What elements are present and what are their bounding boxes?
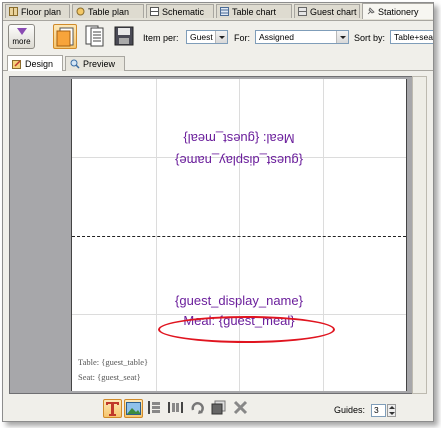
tab-label: Stationery	[378, 6, 419, 17]
grid-line	[156, 79, 157, 391]
align-horizontal-icon	[168, 402, 183, 413]
rotate-button[interactable]	[189, 399, 208, 418]
schematic-icon	[150, 7, 159, 16]
chevron-down-icon	[336, 31, 348, 43]
align-horizontal-button[interactable]	[167, 399, 186, 418]
guides-label: Guides:	[334, 405, 366, 415]
tab-design-label: Design	[25, 58, 54, 69]
stationery-toolbar: more Item per: Guest For: Assigned Sort …	[3, 21, 433, 53]
add-image-button[interactable]	[124, 399, 143, 418]
tab-preview-label: Preview	[83, 59, 116, 69]
tab-stationery[interactable]: Stationery	[362, 3, 433, 19]
for-dropdown[interactable]: Assigned	[255, 30, 349, 44]
close-icon	[233, 400, 248, 415]
vertical-scrollbar[interactable]	[412, 76, 427, 394]
highlight-ellipse	[158, 316, 335, 343]
place-card-page[interactable]: Meal: {guest_meal} {guest_display_name} …	[71, 79, 407, 391]
guest-meal-field-flipped[interactable]: Meal: {guest_meal}	[72, 131, 406, 146]
rotate-icon	[191, 402, 204, 414]
main-tab-strip: Floor plan Table plan Schematic Table ch…	[3, 3, 433, 21]
tab-design[interactable]: Design	[7, 55, 63, 71]
list-layout-button[interactable]	[83, 24, 107, 49]
tab-label: Table plan	[88, 6, 130, 17]
guest-name-field-flipped[interactable]: {guest_display_name}	[72, 153, 406, 168]
item-per-dropdown[interactable]: Guest	[186, 30, 228, 44]
guides-spinner[interactable]	[387, 404, 396, 417]
guides-input[interactable]: 3	[371, 404, 386, 417]
card-fold-line	[72, 236, 406, 237]
table-plan-icon	[76, 7, 85, 16]
tab-guest-chart[interactable]: Guest chart	[294, 4, 360, 18]
view-tabs: Design Preview	[3, 55, 433, 71]
image-icon	[126, 402, 141, 415]
save-button[interactable]	[113, 24, 137, 49]
tab-floor-plan[interactable]: Floor plan	[5, 4, 70, 18]
stationery-pin-icon	[367, 7, 375, 15]
spin-down-icon[interactable]	[389, 412, 395, 415]
align-vertical-button[interactable]	[146, 399, 165, 418]
guest-seat-field[interactable]: Seat: {guest_seat}	[78, 372, 141, 382]
tab-table-plan[interactable]: Table plan	[72, 4, 144, 18]
sort-by-label: Sort by:	[354, 33, 386, 43]
grid-line	[323, 79, 324, 391]
sort-by-dropdown[interactable]: Table+seat	[390, 30, 433, 44]
tab-label: Table chart	[232, 6, 277, 17]
design-tools-toolbar: Guides: 3	[3, 395, 433, 421]
guest-name-field[interactable]: {guest_display_name}	[72, 293, 406, 308]
tab-label: Guest chart	[310, 6, 357, 17]
sort-by-value: Table+seat	[394, 32, 433, 42]
guides-value: 3	[374, 405, 379, 415]
for-value: Assigned	[259, 32, 294, 42]
guest-chart-icon	[298, 7, 307, 16]
chevron-down-icon	[17, 28, 27, 35]
floor-plan-icon	[9, 7, 18, 16]
tab-table-chart[interactable]: Table chart	[216, 4, 292, 18]
guest-table-field[interactable]: Table: {guest_table}	[78, 357, 148, 367]
more-button[interactable]: more	[8, 24, 35, 49]
grid-line	[239, 79, 240, 391]
tab-schematic[interactable]: Schematic	[146, 4, 214, 18]
spin-up-icon[interactable]	[389, 406, 395, 409]
bring-to-front-button[interactable]	[210, 399, 229, 418]
tab-preview[interactable]: Preview	[65, 56, 125, 71]
design-icon	[12, 59, 21, 69]
list-layout-icon	[85, 25, 104, 47]
delete-button[interactable]	[232, 399, 251, 418]
align-vertical-icon	[148, 401, 160, 414]
preview-icon	[70, 59, 80, 69]
table-chart-icon	[220, 7, 229, 16]
floppy-disk-icon	[114, 26, 134, 46]
item-per-value: Guest	[190, 32, 213, 42]
add-text-button[interactable]	[103, 399, 122, 418]
single-card-icon	[56, 27, 74, 47]
more-button-label: more	[12, 37, 31, 46]
text-tool-icon	[106, 402, 119, 416]
chevron-down-icon	[215, 31, 227, 43]
stationery-window: Floor plan Table plan Schematic Table ch…	[2, 2, 434, 422]
tab-label: Floor plan	[21, 6, 62, 17]
item-per-label: Item per:	[143, 33, 179, 43]
single-card-layout-button[interactable]	[53, 24, 77, 49]
layer-icon	[211, 400, 226, 415]
for-label: For:	[234, 33, 251, 43]
tab-label: Schematic	[162, 6, 205, 17]
